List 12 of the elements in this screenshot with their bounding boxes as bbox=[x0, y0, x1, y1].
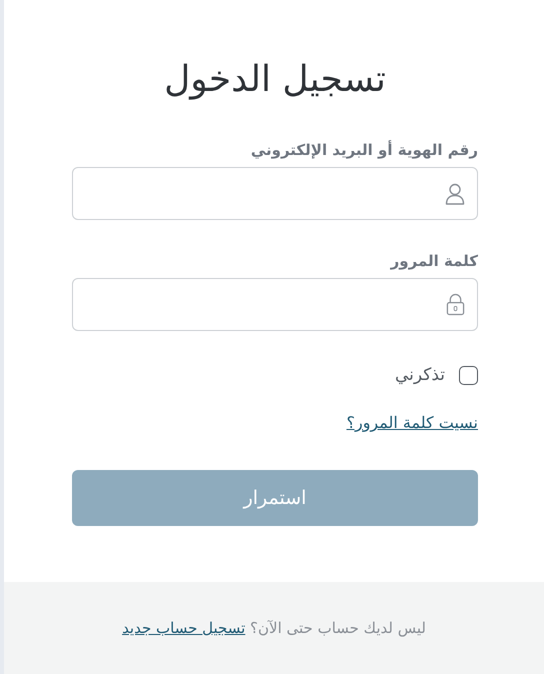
field-label: رقم الهوية أو البريد الإلكتروني bbox=[250, 141, 478, 160]
checkbox[interactable] bbox=[459, 366, 478, 385]
field-label: كلمة المرور bbox=[389, 252, 478, 270]
signup-prompt: ليس لديك حساب حتى الآن؟ تسجيل حساب جديد bbox=[122, 619, 426, 637]
input-field[interactable] bbox=[72, 278, 478, 332]
register-link[interactable]: تسجيل حساب جديد bbox=[122, 619, 246, 637]
user-icon bbox=[445, 182, 465, 205]
input-field[interactable] bbox=[72, 167, 478, 220]
checkbox-label: تذكرني bbox=[394, 365, 445, 386]
forgot-password-link[interactable]: نسيت كلمة المرور؟ bbox=[346, 413, 478, 432]
page-title: تسجيل الدخول bbox=[163, 58, 387, 102]
lock-icon bbox=[446, 293, 465, 316]
